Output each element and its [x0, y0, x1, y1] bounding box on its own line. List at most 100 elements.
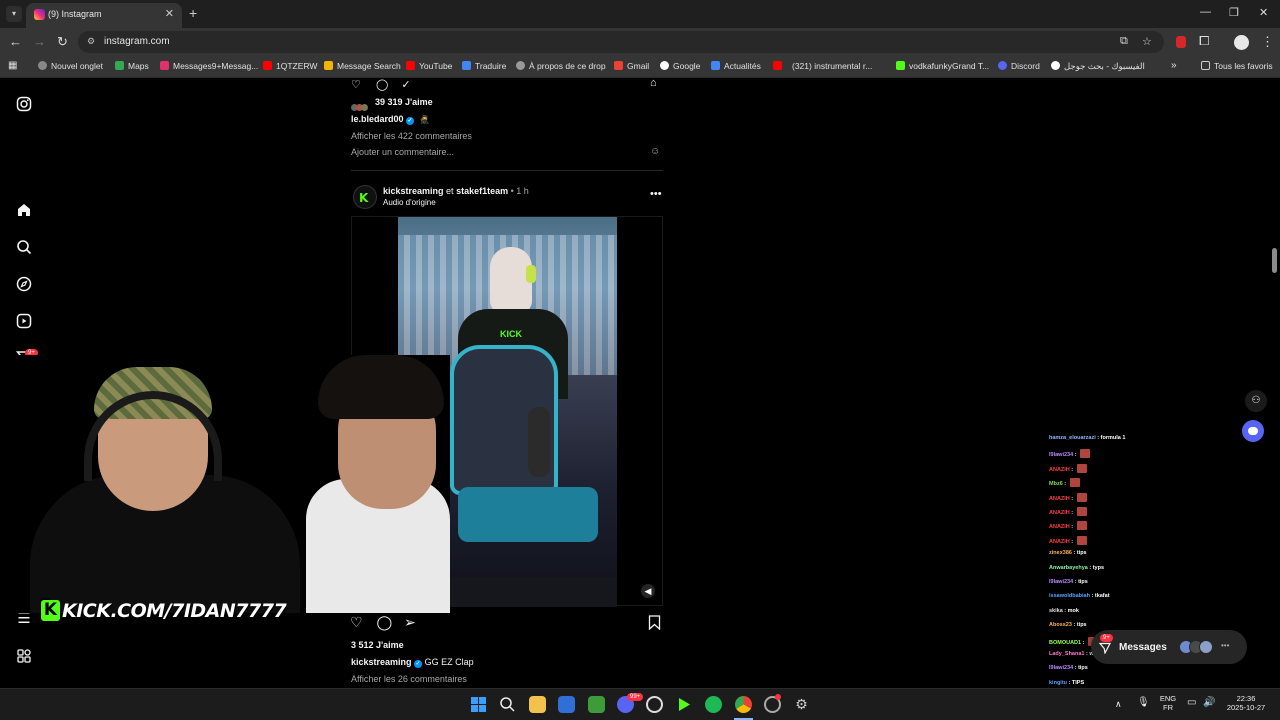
chat-message: ANAZIH :: [1049, 507, 1087, 516]
also-from-meta-icon[interactable]: [16, 648, 32, 664]
post-comment-icon[interactable]: ◯: [376, 614, 392, 630]
emoji-picker-icon[interactable]: ☺: [650, 146, 660, 157]
clock[interactable]: 22:36 2025-10-27: [1224, 694, 1268, 712]
extension-icon[interactable]: [1176, 36, 1186, 48]
bookmark-instrumental[interactable]: (321) instrumental r...: [773, 61, 872, 71]
save-icon[interactable]: ⌂: [650, 77, 657, 89]
chat-emote-icon: [1076, 463, 1087, 473]
bookmark-youtube[interactable]: YouTube: [406, 61, 452, 71]
prev-post-likes[interactable]: 39 319 J'aime: [375, 97, 433, 107]
post-author[interactable]: kickstreaming: [383, 186, 444, 196]
bookmark-facebook-search[interactable]: الفيسبوك - بحث جوجل: [1051, 61, 1145, 72]
messages-drawer-button[interactable]: 9+ Messages •••: [1091, 630, 1247, 664]
tab-instagram[interactable]: (9) Instagram ✕: [26, 3, 182, 28]
reels-icon[interactable]: [16, 313, 32, 329]
tab-title: (9) Instagram: [48, 9, 102, 19]
floating-extension-icon[interactable]: ⚇: [1245, 390, 1267, 412]
bookmark-actualites[interactable]: Actualités: [711, 61, 761, 71]
prev-post-author[interactable]: le.bledard00: [351, 114, 404, 124]
chat-username: Aboss23: [1049, 622, 1072, 629]
post-share-icon[interactable]: ➢: [404, 614, 416, 630]
file-explorer-icon[interactable]: [529, 696, 546, 713]
prev-post-view-comments[interactable]: Afficher les 422 commentaires: [351, 131, 472, 141]
new-tab-icon[interactable]: +: [189, 5, 197, 21]
bookmark-star-icon[interactable]: ☆: [1142, 35, 1152, 48]
mute-toggle-icon[interactable]: ◀: [641, 584, 655, 598]
bookmark-messages[interactable]: Messages9+Messag...: [160, 61, 258, 71]
tray-overflow-icon[interactable]: ∧: [1115, 699, 1122, 710]
explore-icon[interactable]: [16, 276, 32, 292]
reload-icon[interactable]: ↻: [57, 34, 68, 50]
chrome-icon[interactable]: [735, 696, 752, 713]
chat-text: TIPS: [1071, 679, 1085, 686]
post-audio[interactable]: Audio d'origine: [383, 198, 436, 207]
post-like-icon[interactable]: ♡: [350, 614, 363, 630]
post-divider: [351, 170, 663, 171]
bookmark-traduire[interactable]: Traduire: [462, 61, 506, 71]
chat-emote-icon: [1076, 492, 1087, 502]
bookmark-a-propos[interactable]: À propos de ce drop: [516, 61, 606, 71]
restore-icon[interactable]: ❐: [1229, 6, 1239, 19]
obs-icon[interactable]: [646, 696, 663, 713]
liker-avatars: [351, 98, 373, 111]
comment-icon[interactable]: ◯: [376, 79, 388, 91]
settings-gear-icon[interactable]: ⚙: [793, 696, 810, 713]
kick-studio-icon[interactable]: [676, 696, 693, 713]
chat-emote-icon: [1076, 521, 1087, 531]
all-favorites-folder[interactable]: Tous les favoris: [1201, 61, 1273, 71]
discord-badge: 99+: [627, 693, 644, 701]
bookmark-maps[interactable]: Maps: [115, 61, 149, 71]
bookmark-new-tab[interactable]: Nouvel onglet: [38, 61, 103, 71]
back-icon[interactable]: ←: [9, 34, 22, 49]
bookmark-gmail[interactable]: Gmail: [614, 61, 649, 71]
site-info-icon[interactable]: ⚙: [87, 36, 95, 47]
post-options-icon[interactable]: •••: [650, 188, 662, 200]
profile-avatar[interactable]: [1234, 35, 1249, 50]
network-icon[interactable]: ▭: [1187, 697, 1196, 708]
prev-post-add-comment[interactable]: Ajouter un commentaire...: [351, 147, 454, 157]
apps-grid-icon[interactable]: ▦: [8, 60, 17, 71]
address-bar[interactable]: ⚙ instagram.com ⧉ ☆: [78, 31, 1164, 53]
tab-close-icon[interactable]: ✕: [165, 7, 174, 20]
caption-author[interactable]: kickstreaming: [351, 657, 412, 667]
post-coauthor[interactable]: stakef1team: [456, 186, 508, 196]
post-author-avatar[interactable]: K: [353, 185, 377, 209]
volume-icon[interactable]: 🔊: [1203, 697, 1215, 708]
extensions-puzzle-icon[interactable]: ⧠: [1199, 33, 1209, 49]
tab-search-icon[interactable]: ▾: [6, 6, 22, 22]
minimize-icon[interactable]: —: [1200, 6, 1211, 18]
chat-username: l9lawi234: [1049, 665, 1074, 672]
windows-start-icon[interactable]: [470, 696, 487, 713]
chat-message: ANAZIH :: [1049, 492, 1087, 502]
post-save-icon[interactable]: [648, 615, 661, 631]
microsoft-store-icon[interactable]: [558, 696, 575, 713]
microphone: [528, 407, 550, 477]
instagram-logo-icon[interactable]: [16, 96, 32, 112]
microphone-icon[interactable]: 🎙: [1137, 697, 1150, 708]
bookmark-message-search[interactable]: Message Search: [324, 61, 401, 71]
bookmark-google[interactable]: Google: [660, 61, 700, 71]
page-scrollbar-thumb[interactable]: [1272, 248, 1277, 273]
search-icon[interactable]: [16, 239, 32, 255]
chat-message: zinex386 : tips: [1049, 550, 1087, 557]
bookmark-vodkafunky[interactable]: vodkafunkyGrand T...: [896, 61, 989, 71]
home-icon[interactable]: [16, 202, 32, 218]
close-window-icon[interactable]: ✕: [1259, 6, 1268, 19]
bookmark-1qtzerw[interactable]: 1QTZERW: [263, 61, 317, 71]
spotify-icon[interactable]: [705, 696, 722, 713]
app-icon-green[interactable]: [588, 696, 605, 713]
bookmark-discord[interactable]: Discord: [998, 61, 1040, 71]
bookmarks-overflow-icon[interactable]: »: [1171, 60, 1177, 71]
share-icon[interactable]: ✓: [401, 79, 410, 91]
taskbar-search-icon[interactable]: [499, 696, 516, 713]
install-app-icon[interactable]: ⧉: [1120, 35, 1128, 48]
more-menu-icon[interactable]: ☰: [16, 611, 32, 627]
floating-assistant-icon[interactable]: [1242, 420, 1264, 442]
post-view-comments[interactable]: Afficher les 26 commentaires: [351, 674, 467, 684]
like-icon[interactable]: ♡: [351, 79, 361, 91]
browser-menu-icon[interactable]: ⋮: [1261, 34, 1274, 50]
chat-username: Lady_Shana1: [1049, 651, 1085, 657]
forward-icon[interactable]: →: [33, 34, 46, 49]
language-indicator[interactable]: ENG FR: [1158, 694, 1178, 712]
post-likes[interactable]: 3 512 J'aime: [351, 640, 404, 650]
